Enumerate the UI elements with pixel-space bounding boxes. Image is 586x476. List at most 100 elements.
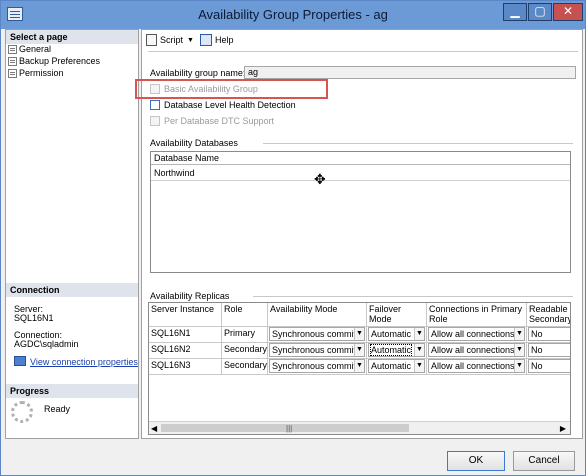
failover-mode-select[interactable]: Automatic ▼ xyxy=(368,359,425,373)
databases-group-line xyxy=(263,143,573,144)
scroll-right-icon[interactable]: ▶ xyxy=(560,424,566,433)
col-header-failover-mode[interactable]: Failover Mode xyxy=(367,303,427,327)
ag-name-field[interactable]: ag xyxy=(244,66,576,79)
select-value: No xyxy=(531,345,543,355)
window-title: Availability Group Properties - ag xyxy=(198,7,388,22)
ag-name-label: Availability group name: xyxy=(150,68,246,78)
databases-table[interactable]: Database Name Northwind xyxy=(150,151,571,273)
col-header-server-instance[interactable]: Server Instance xyxy=(149,303,222,327)
select-page-header: Select a page xyxy=(6,30,138,44)
readable-select[interactable]: No xyxy=(528,327,570,341)
cell-role[interactable]: Secondary xyxy=(222,359,268,375)
col-header-availability-mode[interactable]: Availability Mode xyxy=(268,303,367,327)
chevron-down-icon: ▼ xyxy=(187,36,194,44)
connections-select[interactable]: Allow all connections ▼ xyxy=(428,343,525,357)
cell-failover-mode: Automatic ▼ xyxy=(367,359,427,375)
page-item-permission[interactable]: Permission xyxy=(8,67,64,79)
maximize-button[interactable]: ▢ xyxy=(528,3,552,21)
cell-connections: Allow all connections ▼ xyxy=(427,343,527,359)
cell-availability-mode: Synchronous commit ▼ xyxy=(268,343,367,359)
db-column-header[interactable]: Database Name xyxy=(151,152,570,165)
col-header-role[interactable]: Role xyxy=(222,303,268,327)
dtc-support-label: Per Database DTC Support xyxy=(164,116,275,126)
replicas-group-line xyxy=(253,296,573,297)
help-button[interactable]: Help xyxy=(200,34,234,46)
db-health-label: Database Level Health Detection xyxy=(164,100,296,110)
availability-mode-select[interactable]: Synchronous commit ▼ xyxy=(269,359,365,373)
dialog-footer: OK Cancel xyxy=(1,441,585,475)
cell-role[interactable]: Primary xyxy=(222,327,268,343)
script-icon xyxy=(146,34,157,46)
page-icon xyxy=(8,44,17,54)
chevron-down-icon: ▼ xyxy=(414,328,424,340)
cell-readable: No xyxy=(527,343,570,359)
availability-databases-label: Availability Databases xyxy=(150,138,238,148)
title-bar[interactable]: Availability Group Properties - ag ▁ ▢ ✕ xyxy=(1,1,585,29)
move-cursor-icon: ✥ xyxy=(314,172,326,188)
cell-connections: Allow all connections ▼ xyxy=(427,359,527,375)
page-item-label: General xyxy=(19,44,52,54)
ok-button[interactable]: OK xyxy=(447,451,505,471)
progress-spinner-icon xyxy=(11,401,33,423)
help-icon xyxy=(200,34,212,46)
highlight-box xyxy=(135,79,328,99)
page-icon xyxy=(8,56,17,66)
replicas-table[interactable]: Server Instance Role Availability Mode F… xyxy=(148,302,571,435)
properties-window: Availability Group Properties - ag ▁ ▢ ✕… xyxy=(0,0,586,476)
select-value: No xyxy=(531,329,543,339)
select-value: Synchronous commit xyxy=(272,329,357,339)
toolbar-divider xyxy=(148,51,578,52)
select-value: Allow all connections xyxy=(431,329,515,339)
dtc-support-checkbox[interactable] xyxy=(150,116,160,126)
script-button[interactable]: Script ▼ xyxy=(146,34,194,46)
help-label: Help xyxy=(215,35,234,45)
chevron-down-icon: ▼ xyxy=(514,360,524,372)
select-value: Allow all connections xyxy=(431,361,515,371)
availability-mode-select[interactable]: Synchronous commit ▼ xyxy=(269,327,365,341)
cell-readable: No xyxy=(527,359,570,375)
cell-server[interactable]: SQL16N2 xyxy=(149,343,222,359)
page-item-label: Permission xyxy=(19,68,64,78)
cell-server[interactable]: SQL16N3 xyxy=(149,359,222,375)
progress-status: Ready xyxy=(44,404,71,414)
db-health-checkbox[interactable] xyxy=(150,100,160,110)
chevron-down-icon: ▼ xyxy=(514,344,524,356)
connection-value: AGDC\sqladmin xyxy=(14,339,79,349)
connections-select[interactable]: Allow all connections ▼ xyxy=(428,359,525,373)
cell-failover-mode: Automatic ▼ xyxy=(367,327,427,343)
select-value: Synchronous commit xyxy=(272,345,357,355)
cell-readable: No xyxy=(527,327,570,343)
connection-properties-icon xyxy=(14,356,26,366)
cell-role[interactable]: Secondary xyxy=(222,343,268,359)
select-value: Allow all connections xyxy=(431,345,515,355)
page-item-general[interactable]: General xyxy=(8,43,51,55)
page-item-backup-preferences[interactable]: Backup Preferences xyxy=(8,55,100,67)
cell-server[interactable]: SQL16N1 xyxy=(149,327,222,343)
chevron-down-icon: ▼ xyxy=(414,344,424,356)
progress-header: Progress xyxy=(6,384,138,398)
connections-select[interactable]: Allow all connections ▼ xyxy=(428,327,525,341)
availability-mode-select[interactable]: Synchronous commit ▼ xyxy=(269,343,365,357)
select-value: Automatic xyxy=(371,361,412,371)
chevron-down-icon: ▼ xyxy=(354,344,364,356)
cell-availability-mode: Synchronous commit ▼ xyxy=(268,327,367,343)
cancel-button[interactable]: Cancel xyxy=(513,451,575,471)
select-value: Automatic xyxy=(369,344,413,356)
table-row[interactable]: Northwind xyxy=(151,166,570,181)
page-icon xyxy=(8,68,17,78)
failover-mode-select[interactable]: Automatic ▼ xyxy=(368,327,425,341)
horizontal-scrollbar[interactable]: ◀ ||| ▶ xyxy=(149,421,570,434)
scroll-left-icon[interactable]: ◀ xyxy=(151,424,157,433)
readable-select[interactable]: No xyxy=(528,343,570,357)
scroll-grip: ||| xyxy=(286,424,293,433)
col-header-connections-primary[interactable]: Connections in Primary Role xyxy=(427,303,527,327)
close-button[interactable]: ✕ xyxy=(553,3,583,21)
select-value: Synchronous commit xyxy=(272,361,357,371)
select-value: Automatic xyxy=(371,329,412,339)
scrollbar-thumb[interactable]: ||| xyxy=(161,424,409,433)
readable-select[interactable]: No xyxy=(528,359,570,373)
col-header-readable-secondary[interactable]: Readable Secondary xyxy=(527,303,570,327)
minimize-button[interactable]: ▁ xyxy=(503,3,527,21)
view-connection-properties-link[interactable]: View connection properties xyxy=(30,357,138,367)
failover-mode-select[interactable]: Automatic ▼ xyxy=(368,343,425,357)
